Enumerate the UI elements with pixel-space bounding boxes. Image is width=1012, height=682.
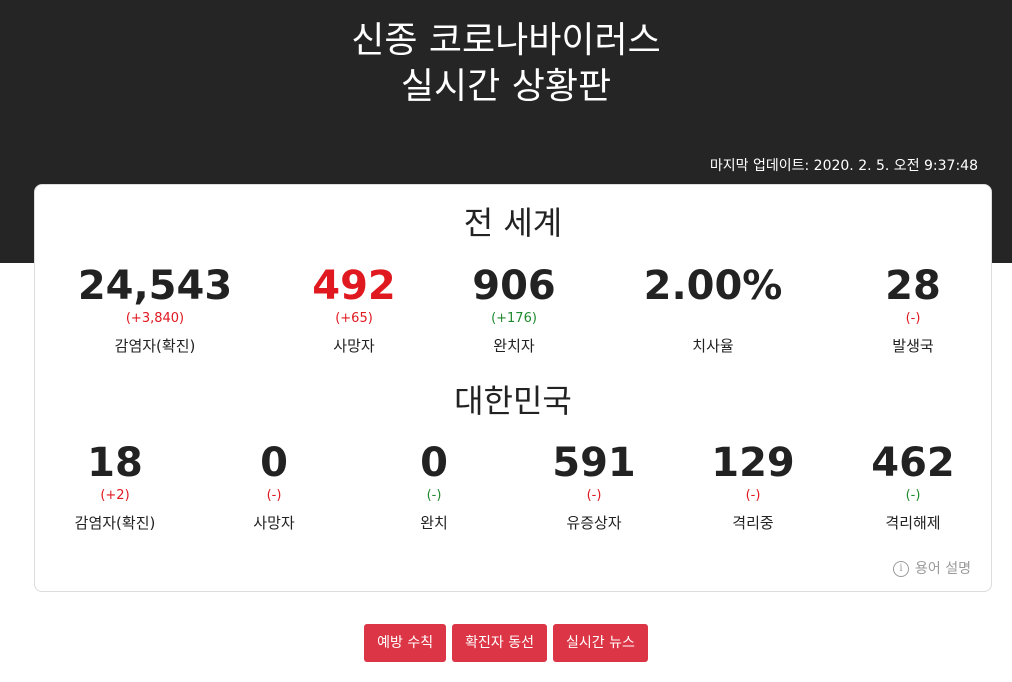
stat-delta [623,311,803,327]
stat-delta: (+65) [335,311,373,326]
stat-value: 0 [420,440,448,486]
stat-label: 사망자 [253,514,295,532]
last-updated-timestamp: 마지막 업데이트: 2020. 2. 5. 오전 9:37:48 [709,158,978,174]
glossary-link[interactable]: i 용어 설명 [893,559,971,579]
stat-delta: (+2) [100,488,130,503]
korea-stat-confirmed: 18 (+2) 감염자(확진) [25,440,205,533]
stat-value: 462 [871,440,955,486]
korea-stat-deaths: 0 (-) 사망자 [184,440,364,533]
stat-value: 492 [312,263,396,309]
info-icon: i [893,561,910,577]
stat-label: 유증상자 [566,514,622,532]
stat-delta: (-) [266,488,282,503]
stat-delta: (-) [905,311,921,326]
stat-label: 격리중 [732,514,774,532]
korea-stat-recovered: 0 (-) 완치 [344,440,524,533]
realtime-news-button[interactable]: 실시간 뉴스 [552,624,648,662]
stat-label: 격리해제 [885,514,941,532]
page-title-line-1: 신종 코로나바이러스 [351,20,661,61]
stat-value: 2.00% [643,263,783,309]
korea-section-title: 대한민국 [454,382,572,420]
page-title: 신종 코로나바이러스 실시간 상황판 [0,18,1012,110]
stat-label: 사망자 [333,337,375,355]
korea-stat-released: 462 (-) 격리해제 [823,440,1003,533]
stat-delta: (-) [586,488,602,503]
stat-delta: (+176) [491,311,537,326]
stat-label: 발생국 [892,337,934,355]
stat-delta: (+3,840) [125,311,185,326]
stat-value: 24,543 [77,263,233,309]
world-stat-deaths: 492 (+65) 사망자 [264,263,444,356]
stat-label: 감염자(확진) [114,337,196,355]
stat-label: 감염자(확진) [74,514,156,532]
stat-delta: (-) [745,488,761,503]
world-stat-fatality-rate: 2.00% 치사율 [623,263,803,356]
status-card: 전 세계 24,543 (+3,840) 감염자(확진) 492 (+65) 사… [34,184,992,592]
stat-value: 0 [260,440,288,486]
page-title-line-2: 실시간 상황판 [400,66,612,107]
prevention-button[interactable]: 예방 수칙 [364,624,447,662]
korea-stat-symptomatic: 591 (-) 유증상자 [504,440,684,533]
world-stat-confirmed: 24,543 (+3,840) 감염자(확진) [65,263,245,356]
korea-stat-quarantined: 129 (-) 격리중 [663,440,843,533]
patient-route-button[interactable]: 확진자 동선 [452,624,547,662]
stat-label: 완치자 [493,337,535,355]
stat-value: 18 [87,440,143,486]
stat-value: 129 [711,440,795,486]
stat-label: 치사율 [692,337,734,355]
world-stat-recovered: 906 (+176) 완치자 [424,263,604,356]
stat-value: 906 [472,263,556,309]
stat-value: 28 [885,263,941,309]
stat-value: 591 [552,440,636,486]
stat-delta: (-) [426,488,442,503]
world-stat-countries: 28 (-) 발생국 [823,263,1003,356]
stat-delta: (-) [905,488,921,503]
glossary-label: 용어 설명 [915,561,971,577]
action-buttons: 예방 수칙 확진자 동선 실시간 뉴스 [0,624,1012,662]
stat-label: 완치 [420,514,448,532]
world-section-title: 전 세계 [463,204,563,242]
